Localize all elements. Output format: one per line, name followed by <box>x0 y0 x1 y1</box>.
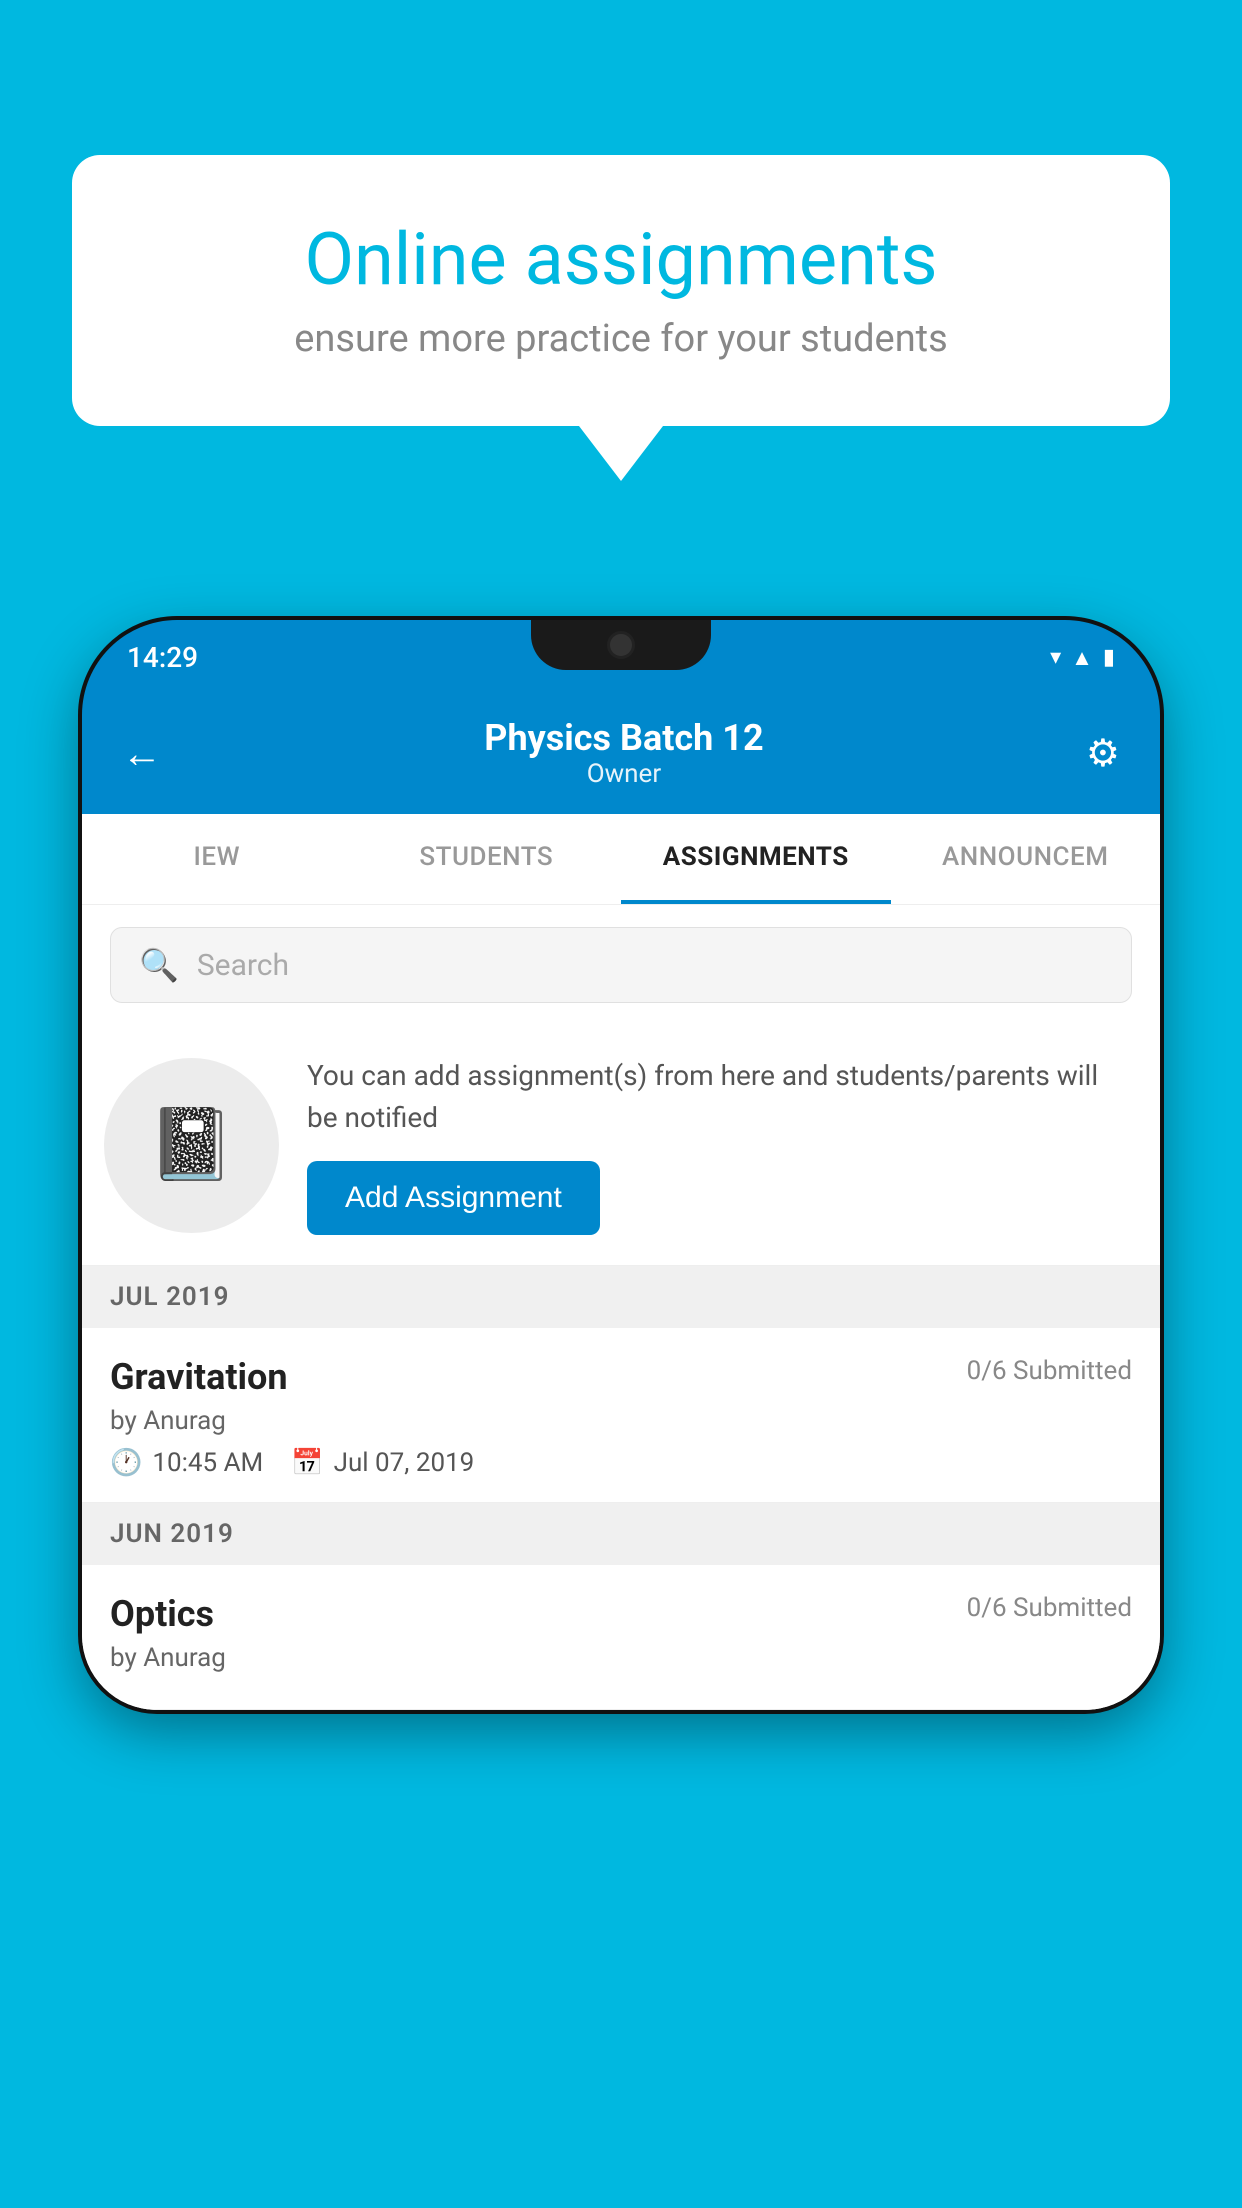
tab-iew[interactable]: IEW <box>82 814 352 904</box>
speech-bubble-title: Online assignments <box>147 220 1095 299</box>
section-jun-2019: JUN 2019 <box>82 1503 1160 1565</box>
front-camera <box>607 631 635 659</box>
header-title-group: Physics Batch 12 Owner <box>484 717 763 789</box>
empty-state-banner: 📓 You can add assignment(s) from here an… <box>82 1025 1160 1266</box>
status-icons: ▾ ▲ ▮ <box>1050 645 1115 671</box>
assignment-meta: 🕐 10:45 AM 📅 Jul 07, 2019 <box>110 1448 1132 1478</box>
add-assignment-button[interactable]: Add Assignment <box>307 1161 600 1235</box>
notebook-icon: 📓 <box>148 1104 235 1186</box>
tabs-bar: IEW STUDENTS ASSIGNMENTS ANNOUNCEM <box>82 814 1160 905</box>
assignment-optics-submitted: 0/6 Submitted <box>967 1593 1132 1623</box>
clock-icon: 🕐 <box>110 1448 142 1478</box>
speech-bubble-container: Online assignments ensure more practice … <box>72 155 1170 481</box>
battery-icon: ▮ <box>1103 645 1115 670</box>
assignment-optics-top-row: Optics 0/6 Submitted <box>110 1593 1132 1635</box>
assignment-by: by Anurag <box>110 1406 1132 1436</box>
assignment-optics-by: by Anurag <box>110 1643 1132 1673</box>
section-jul-2019: JUL 2019 <box>82 1266 1160 1328</box>
speech-bubble-subtitle: ensure more practice for your students <box>147 317 1095 361</box>
phone-wrapper: 14:29 ▾ ▲ ▮ ← Physics Batch 12 Owner ⚙ I… <box>82 620 1160 2208</box>
wifi-icon: ▾ <box>1050 645 1061 670</box>
assignment-gravitation[interactable]: Gravitation 0/6 Submitted by Anurag 🕐 10… <box>82 1328 1160 1503</box>
empty-description: You can add assignment(s) from here and … <box>307 1055 1132 1139</box>
assignment-date-value: Jul 07, 2019 <box>334 1448 475 1478</box>
assignment-submitted: 0/6 Submitted <box>967 1356 1132 1386</box>
assignment-optics-title: Optics <box>110 1593 214 1635</box>
search-bar[interactable]: 🔍 Search <box>110 927 1132 1003</box>
calendar-icon: 📅 <box>291 1448 323 1478</box>
status-time: 14:29 <box>127 641 198 674</box>
signal-icon: ▲ <box>1071 645 1093 671</box>
status-bar: 14:29 ▾ ▲ ▮ <box>82 620 1160 695</box>
speech-bubble: Online assignments ensure more practice … <box>72 155 1170 426</box>
assignment-time-value: 10:45 AM <box>152 1448 263 1478</box>
phone-frame: 14:29 ▾ ▲ ▮ ← Physics Batch 12 Owner ⚙ I… <box>82 620 1160 1710</box>
empty-icon-circle: 📓 <box>104 1058 279 1233</box>
settings-icon[interactable]: ⚙ <box>1086 731 1120 776</box>
batch-title: Physics Batch 12 <box>484 717 763 759</box>
assignment-time: 🕐 10:45 AM <box>110 1448 263 1478</box>
assignment-title: Gravitation <box>110 1356 288 1398</box>
empty-text-area: You can add assignment(s) from here and … <box>307 1055 1132 1235</box>
phone-notch <box>531 620 711 670</box>
tab-students[interactable]: STUDENTS <box>352 814 622 904</box>
search-placeholder: Search <box>197 948 289 983</box>
assignment-optics[interactable]: Optics 0/6 Submitted by Anurag <box>82 1565 1160 1710</box>
app-header: ← Physics Batch 12 Owner ⚙ <box>82 695 1160 814</box>
speech-bubble-arrow <box>579 426 663 481</box>
assignment-date: 📅 Jul 07, 2019 <box>291 1448 474 1478</box>
batch-role: Owner <box>484 759 763 789</box>
search-icon: 🔍 <box>139 946 179 984</box>
content-area: 🔍 Search 📓 You can add assignment(s) fro… <box>82 905 1160 1710</box>
tab-assignments[interactable]: ASSIGNMENTS <box>621 814 891 904</box>
tab-announcements[interactable]: ANNOUNCEM <box>891 814 1161 904</box>
back-button[interactable]: ← <box>122 730 162 777</box>
assignment-top-row: Gravitation 0/6 Submitted <box>110 1356 1132 1398</box>
